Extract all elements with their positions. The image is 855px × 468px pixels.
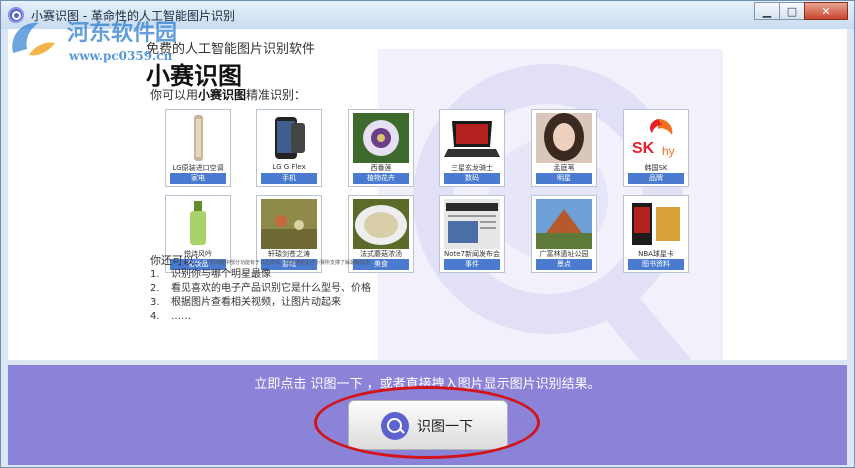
phone-image: [261, 113, 317, 163]
card-name: LG原装进口空调: [172, 164, 224, 172]
svg-text:hy: hy: [662, 144, 675, 158]
nba-card-image: [628, 199, 684, 249]
feature-list: 1. 识别你与哪个明星最像 2. 看见喜欢的电子产品识别它是什么型号、价格 3. 根据…: [150, 268, 371, 324]
card-category: 植物花卉: [353, 173, 409, 184]
svg-text:SK: SK: [632, 140, 655, 157]
list-number: 1.: [150, 269, 160, 280]
example-card-books[interactable]: NBA球星卡 图书资料: [623, 195, 689, 273]
highlight-ellipse: [314, 386, 540, 459]
example-card-scenic[interactable]: 广富林遗址公园 景点: [531, 195, 597, 273]
list-item: 2. 看见喜欢的电子产品识别它是什么型号、价格: [150, 282, 371, 296]
app-window: 小赛识图 - 革命性的人工智能图片识别 ▁ □ ✕ 免费的人工智能图片识别软件 …: [0, 0, 855, 468]
close-button[interactable]: ✕: [804, 2, 848, 20]
scenic-image: [536, 199, 592, 249]
card-name: NBA球星卡: [638, 250, 674, 258]
card-category: 数码: [444, 173, 500, 184]
more-label: 你还可以：: [150, 254, 205, 267]
more-note: 下列功能中部分功能有于以后实现，欢迎感谢关注小赛所支撑了解最新动态: [205, 260, 371, 266]
aircon-image: [170, 113, 226, 163]
example-card-celebrity[interactable]: 孟庭苇 明星: [531, 109, 597, 187]
flower-image: [353, 113, 409, 163]
lead-app-name: 小赛识图: [198, 88, 247, 102]
list-item: 1. 识别你与哪个明星最像: [150, 268, 371, 282]
card-category: 家电: [170, 173, 226, 184]
list-number: 4.: [150, 311, 160, 322]
list-text: 看见喜欢的电子产品识别它是什么型号、价格: [171, 283, 371, 294]
sk-logo-image: SK hy: [628, 113, 684, 163]
example-card-aircon[interactable]: LG原装进口空调 家电: [165, 109, 231, 187]
list-number: 2.: [150, 283, 160, 294]
card-category: 景点: [536, 259, 592, 270]
watermark-logo-icon: [12, 22, 55, 56]
list-text: 根据图片查看相关视频，让图片动起来: [171, 297, 341, 308]
card-category: 事件: [444, 259, 500, 270]
maximize-button[interactable]: □: [779, 2, 805, 20]
card-category: 手机: [261, 173, 317, 184]
event-image: [444, 199, 500, 249]
watermark-url: www.pc0359.cn: [69, 49, 173, 63]
card-name: LG G Flex: [272, 163, 306, 171]
card-name: 孟庭苇: [553, 164, 575, 172]
window-controls: ▁ □ ✕: [754, 2, 848, 20]
lead-text: 你可以用小赛识图精准识别：: [150, 86, 306, 103]
card-category: 图书资料: [628, 259, 684, 270]
more-heading: 你还可以：下列功能中部分功能有于以后实现，欢迎感谢关注小赛所支撑了解最新动态: [150, 252, 370, 268]
card-name: Note7新闻发布会: [443, 250, 501, 258]
list-number: 3.: [150, 297, 160, 308]
card-name: 广富林遗址公园: [539, 250, 589, 258]
main-panel: 免费的人工智能图片识别软件 小赛识图 你可以用小赛识图精准识别： LG原装进口空…: [8, 29, 847, 360]
card-name: 韩国SK: [644, 164, 668, 172]
card-category: 品牌: [628, 173, 684, 184]
card-name: 三星玄龙骑士: [451, 164, 493, 172]
game-image: [261, 199, 317, 249]
example-card-laptop[interactable]: 三星玄龙骑士 数码: [439, 109, 505, 187]
list-text: ……: [171, 311, 191, 322]
list-item: 3. 根据图片查看相关视频，让图片动起来: [150, 296, 371, 310]
lead-prefix: 你可以用: [150, 88, 199, 102]
list-text: 识别你与哪个明星最像: [171, 269, 271, 280]
card-name: 西番莲: [370, 164, 392, 172]
example-card-phone[interactable]: LG G Flex 手机: [256, 109, 322, 187]
laptop-image: [444, 113, 500, 163]
lead-suffix: 精准识别：: [246, 88, 307, 102]
watermark-text: 河东软件园: [67, 20, 178, 46]
card-category: 明星: [536, 173, 592, 184]
example-card-brand[interactable]: SK hy 韩国SK 品牌: [623, 109, 689, 187]
cosmetic-image: [170, 199, 226, 249]
soup-image: [353, 199, 409, 249]
example-card-event[interactable]: Note7新闻发布会 事件: [439, 195, 505, 273]
celebrity-image: [536, 113, 592, 163]
action-panel[interactable]: 立即点击 识图一下 ，或者直接拽入图片显示图片识别结果。 识图一下: [8, 365, 847, 465]
list-item: 4. ……: [150, 310, 371, 324]
example-card-flower[interactable]: 西番莲 植物花卉: [348, 109, 414, 187]
minimize-button[interactable]: ▁: [754, 2, 780, 20]
